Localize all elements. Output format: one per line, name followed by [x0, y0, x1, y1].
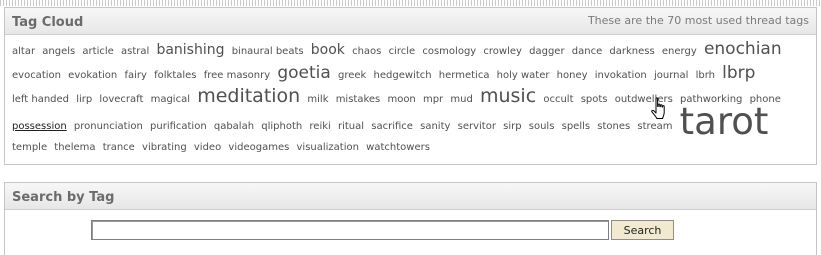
tag-link[interactable]: souls [529, 121, 555, 132]
tag-link[interactable]: pronunciation [74, 121, 143, 132]
tag-link[interactable]: mistakes [336, 94, 381, 105]
tag-cloud-note: These are the 70 most used thread tags [587, 14, 809, 27]
tag-search-input[interactable] [91, 220, 609, 240]
search-by-tag-panel: Search by Tag Search [4, 182, 817, 255]
tag-link[interactable]: free masonry [204, 70, 270, 81]
tag-cloud-header: Tag Cloud These are the 70 most used thr… [5, 8, 816, 35]
tag-link[interactable]: holy water [497, 70, 550, 81]
tag-cloud-panel: Tag Cloud These are the 70 most used thr… [4, 7, 817, 165]
tag-link[interactable]: angels [42, 46, 75, 57]
tag-link[interactable]: video [194, 142, 221, 153]
tag-link[interactable]: ritual [338, 121, 364, 132]
tag-link[interactable]: hedgewitch [374, 70, 432, 81]
tag-link[interactable]: binaural beats [232, 46, 304, 57]
tag-link[interactable]: evocation [12, 70, 61, 81]
tag-link[interactable]: stream [637, 121, 672, 132]
tag-link[interactable]: sanity [420, 121, 450, 132]
tag-link[interactable]: darkness [609, 46, 654, 57]
tag-link[interactable]: honey [557, 70, 588, 81]
search-by-tag-header: Search by Tag [5, 183, 816, 210]
tag-link[interactable]: music [480, 85, 536, 107]
tag-link[interactable]: circle [389, 46, 416, 57]
tag-link[interactable]: article [82, 46, 113, 57]
tag-link[interactable]: evokation [68, 70, 117, 81]
tag-link[interactable]: lirp [76, 94, 92, 105]
tag-link[interactable]: watchtowers [366, 142, 430, 153]
tag-link[interactable]: greek [338, 70, 366, 81]
tag-link[interactable]: sirp [503, 121, 521, 132]
tag-link[interactable]: qliphoth [261, 121, 302, 132]
tag-link[interactable]: banishing [156, 42, 224, 58]
tag-link[interactable]: fairy [124, 70, 146, 81]
tag-link[interactable]: spells [562, 121, 590, 132]
tag-link[interactable]: vibrating [142, 142, 187, 153]
tag-link[interactable]: book [311, 42, 345, 58]
tag-link[interactable]: lbrh [696, 70, 715, 81]
tag-link[interactable]: qabalah [214, 121, 254, 132]
tag-cloud-list: altar angels article astral banishing bi… [5, 35, 816, 159]
tag-link[interactable]: thelema [54, 142, 95, 153]
tag-link[interactable]: visualization [297, 142, 359, 153]
tag-link[interactable]: energy [662, 46, 697, 57]
tag-link[interactable]: occult [543, 94, 573, 105]
tag-link[interactable]: left handed [12, 94, 69, 105]
tag-link[interactable]: goetia [277, 63, 330, 83]
tag-link[interactable]: spots [581, 94, 608, 105]
tag-link[interactable]: dance [572, 46, 602, 57]
search-by-tag-body: Search [5, 210, 816, 254]
tag-link[interactable]: journal [654, 70, 688, 81]
search-by-tag-title: Search by Tag [12, 190, 115, 205]
search-button[interactable]: Search [611, 220, 674, 240]
tag-link[interactable]: folktales [154, 70, 196, 81]
tag-link[interactable]: enochian [704, 39, 782, 59]
tag-link[interactable]: crowley [483, 46, 522, 57]
tag-link[interactable]: trance [103, 142, 135, 153]
tag-link[interactable]: moon [387, 94, 415, 105]
tag-link[interactable]: servitor [458, 121, 496, 132]
tag-link[interactable]: videogames [228, 142, 289, 153]
tag-cloud-title: Tag Cloud [12, 15, 84, 30]
tag-link[interactable]: lovecraft [99, 94, 143, 105]
tag-link[interactable]: dagger [529, 46, 564, 57]
tag-link[interactable]: tarot [680, 100, 769, 143]
tag-link[interactable]: altar [12, 46, 35, 57]
tag-link[interactable]: sacrifice [371, 121, 413, 132]
tag-link[interactable]: invokation [595, 70, 647, 81]
tag-link[interactable]: temple [12, 142, 47, 153]
tag-link[interactable]: purification [150, 121, 207, 132]
hand-pointer-icon [651, 97, 665, 119]
tag-link[interactable]: stones [597, 121, 630, 132]
tag-link[interactable]: possession [12, 121, 67, 132]
tag-link[interactable]: mpr [423, 94, 443, 105]
tag-link[interactable]: hermetica [439, 70, 490, 81]
tag-link[interactable]: meditation [197, 85, 300, 107]
tag-link[interactable]: cosmology [422, 46, 476, 57]
top-border-strip [0, 0, 821, 6]
tag-link[interactable]: mud [450, 94, 472, 105]
tag-link[interactable]: reiki [309, 121, 330, 132]
tag-link[interactable]: milk [307, 94, 328, 105]
tag-link[interactable]: magical [151, 94, 190, 105]
tag-link[interactable]: lbrp [722, 63, 755, 83]
tag-link[interactable]: chaos [352, 46, 381, 57]
tag-link[interactable]: astral [121, 46, 149, 57]
